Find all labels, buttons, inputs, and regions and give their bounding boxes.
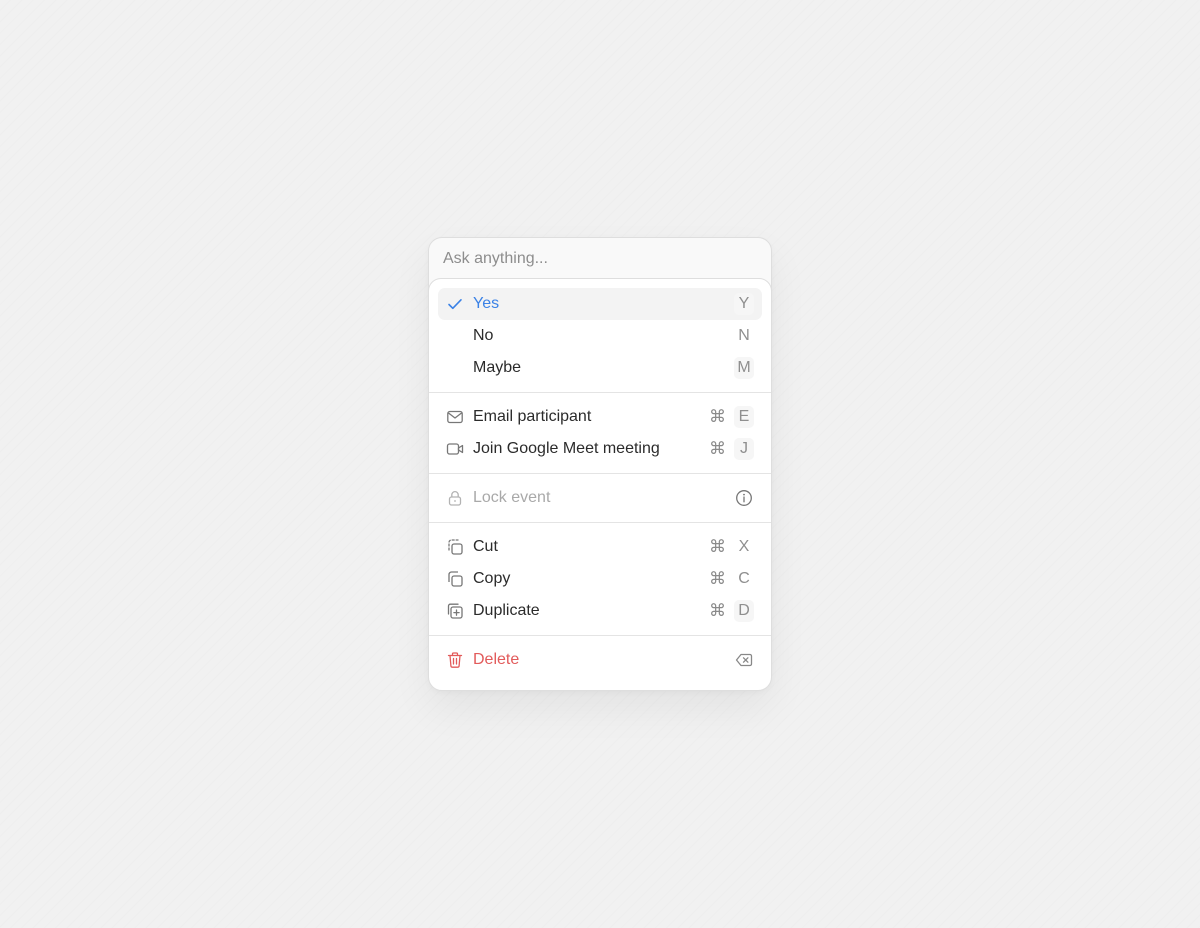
- video-icon: [446, 440, 464, 458]
- mail-icon: [446, 408, 464, 426]
- menu-item-yes[interactable]: Yes Y: [438, 288, 762, 320]
- menu-item-email-participant[interactable]: Email participant ⌘ E: [438, 401, 762, 433]
- menu-item-cut[interactable]: Cut ⌘ X: [438, 531, 762, 563]
- menu-item-label: Email participant: [473, 408, 592, 425]
- menu-item-label: No: [473, 327, 494, 344]
- shortcut-key: J: [734, 438, 754, 460]
- menu-item-join-meet[interactable]: Join Google Meet meeting ⌘ J: [438, 433, 762, 465]
- clipboard-group: Cut ⌘ X Copy ⌘ C Duplicate ⌘ D: [429, 522, 771, 635]
- shortcut-key: E: [734, 406, 754, 428]
- shortcut-key: N: [738, 327, 750, 344]
- check-icon: [446, 295, 464, 313]
- shortcut-key: C: [738, 570, 750, 587]
- command-key: ⌘: [709, 407, 726, 427]
- menu-item-label: Cut: [473, 538, 498, 555]
- actions-group: Email participant ⌘ E Join Google Meet m…: [429, 392, 771, 473]
- menu-item-label: Delete: [473, 651, 520, 668]
- menu-item-no[interactable]: No N: [438, 320, 762, 352]
- shortcut-key: Y: [734, 293, 754, 315]
- menu-item-lock-event: Lock event: [438, 482, 762, 514]
- menu-panel: Yes Y No N Maybe M Email participant ⌘ E…: [429, 278, 771, 690]
- shortcut: ⌘ C: [707, 568, 754, 590]
- menu-item-label: Duplicate: [473, 602, 540, 619]
- delete-group: Delete: [429, 635, 771, 684]
- command-key: ⌘: [709, 569, 726, 589]
- empty-icon-slot: [446, 359, 464, 377]
- shortcut-key: M: [734, 357, 754, 379]
- shortcut: ⌘ X: [707, 536, 754, 558]
- command-key: ⌘: [709, 439, 726, 459]
- shortcut: M: [734, 357, 754, 379]
- lock-icon: [446, 489, 464, 507]
- shortcut-key: D: [734, 600, 754, 622]
- menu-item-label: Join Google Meet meeting: [473, 440, 660, 457]
- menu-item-delete[interactable]: Delete: [438, 644, 762, 676]
- menu-item-label: Maybe: [473, 359, 522, 376]
- shortcut: Y: [734, 293, 754, 315]
- shortcut: ⌘ J: [707, 438, 754, 460]
- menu-item-maybe[interactable]: Maybe M: [438, 352, 762, 384]
- menu-item-copy[interactable]: Copy ⌘ C: [438, 563, 762, 595]
- menu-item-label: Yes: [473, 295, 500, 312]
- command-key: ⌘: [709, 537, 726, 557]
- shortcut-key: X: [738, 538, 750, 555]
- menu-item-duplicate[interactable]: Duplicate ⌘ D: [438, 595, 762, 627]
- rsvp-group: Yes Y No N Maybe M: [429, 279, 771, 392]
- shortcut: ⌘ E: [707, 406, 754, 428]
- menu-item-label: Copy: [473, 570, 511, 587]
- cut-icon: [446, 538, 464, 556]
- duplicate-icon: [446, 602, 464, 620]
- context-menu: Yes Y No N Maybe M: [428, 237, 772, 691]
- lock-group: Lock event: [429, 473, 771, 522]
- copy-icon: [446, 570, 464, 588]
- info-icon[interactable]: [734, 489, 754, 507]
- menu-item-label: Lock event: [473, 489, 551, 506]
- empty-icon-slot: [446, 327, 464, 345]
- shortcut: N: [734, 325, 754, 347]
- search-bar: [429, 238, 771, 279]
- backspace-icon: [734, 651, 754, 669]
- shortcut: ⌘ D: [707, 600, 754, 622]
- trash-icon: [446, 651, 464, 669]
- command-key: ⌘: [709, 601, 726, 621]
- search-input[interactable]: [443, 249, 757, 268]
